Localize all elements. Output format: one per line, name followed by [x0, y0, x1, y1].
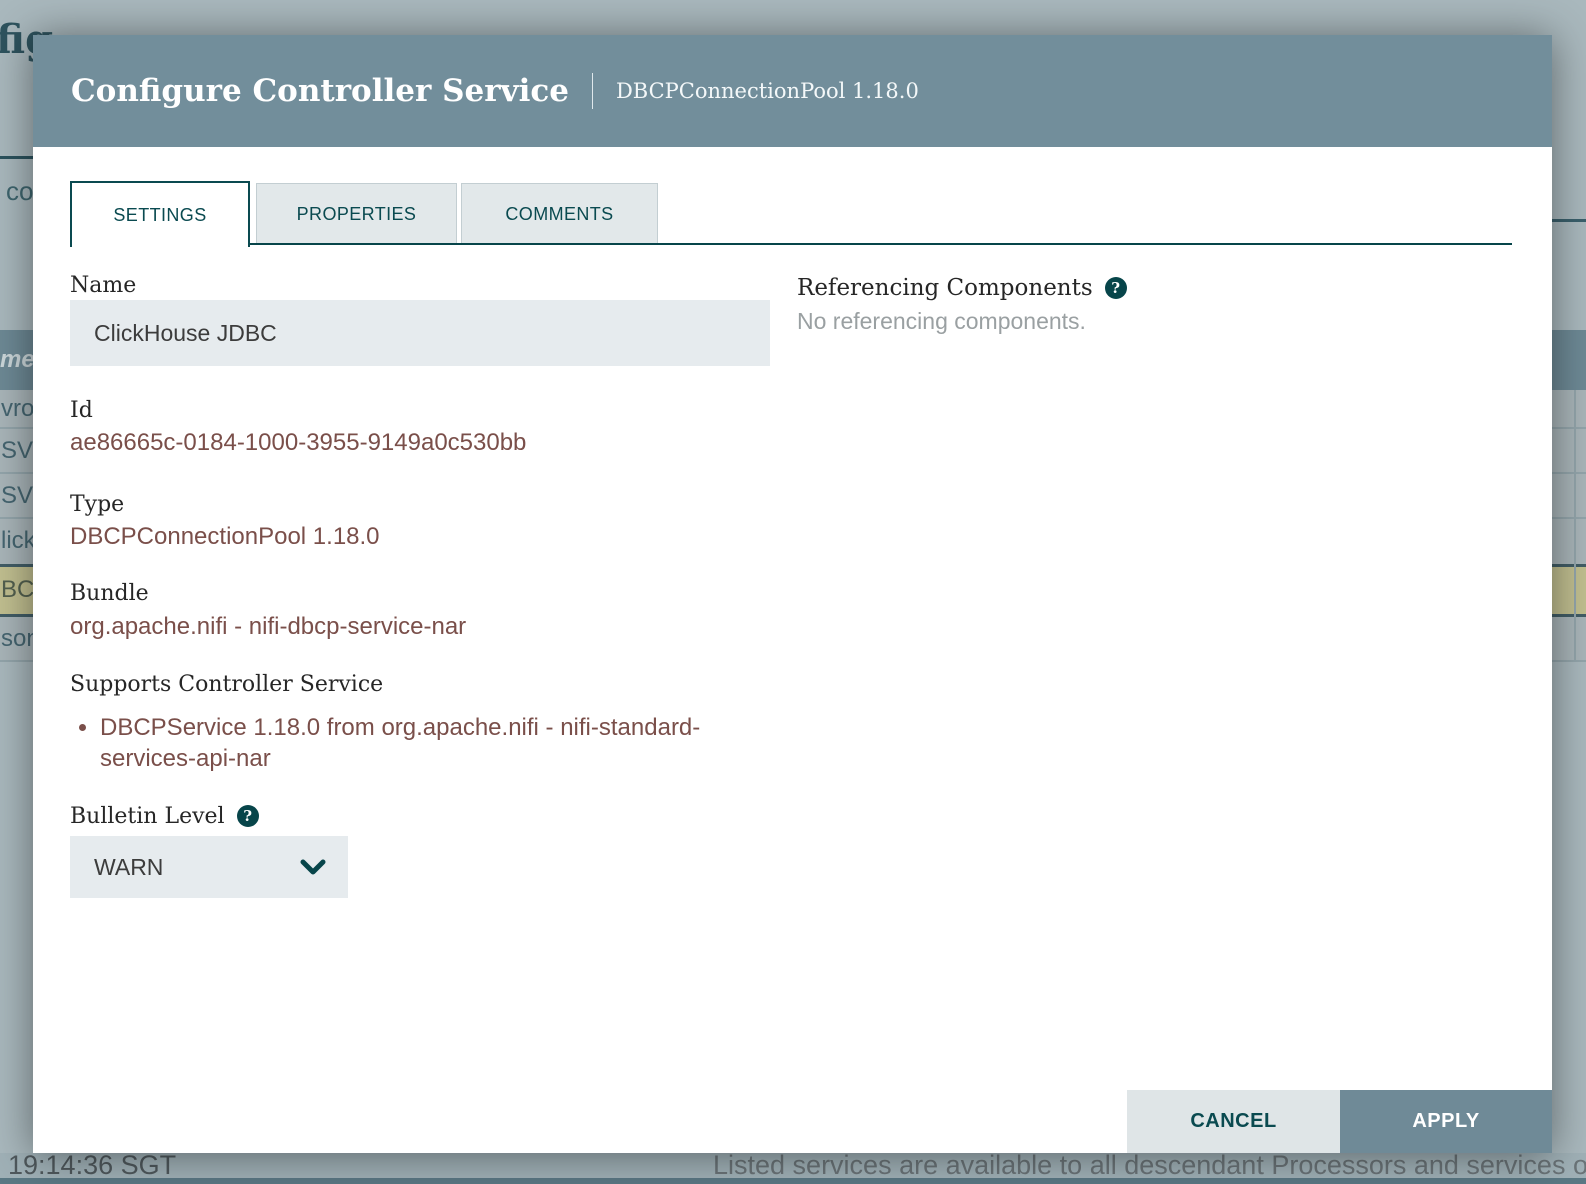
name-input[interactable] — [70, 300, 770, 366]
background-bottom-bar — [0, 1178, 1586, 1184]
clock-text: 19:14:36 SGT — [8, 1150, 176, 1181]
referencing-components-label: Referencing Components? — [797, 275, 1127, 301]
bundle-value: org.apache.nifi - nifi-dbcp-service-nar — [70, 613, 466, 641]
dialog-subtitle: DBCPConnectionPool 1.18.0 — [616, 79, 919, 103]
background-divider-left — [0, 156, 34, 159]
background-divider-right — [1552, 219, 1586, 222]
cancel-button[interactable]: CANCEL — [1127, 1090, 1340, 1153]
type-label: Type — [70, 492, 124, 517]
tab-properties[interactable]: PROPERTIES — [256, 183, 457, 245]
supports-controller-service-list: DBCPService 1.18.0 from org.apache.nifi … — [70, 712, 780, 774]
help-icon[interactable]: ? — [1105, 277, 1127, 299]
apply-button-label: APPLY — [1412, 1110, 1479, 1133]
id-value: ae86665c-0184-1000-3955-9149a0c530bb — [70, 429, 526, 457]
referencing-components-label-text: Referencing Components — [797, 275, 1093, 301]
supports-controller-service-label: Supports Controller Service — [70, 672, 383, 697]
apply-button[interactable]: APPLY — [1340, 1090, 1552, 1153]
background-footer-text: Listed services are available to all des… — [713, 1150, 1586, 1181]
dialog-title: Configure Controller Service — [71, 73, 569, 109]
bulletin-level-label: Bulletin Level? — [70, 804, 259, 829]
tab-settings[interactable]: SETTINGS — [70, 181, 250, 247]
help-icon[interactable]: ? — [237, 805, 259, 827]
supports-service-item: DBCPService 1.18.0 from org.apache.nifi … — [100, 712, 780, 774]
tab-underline — [70, 243, 1512, 245]
bulletin-level-value: WARN — [70, 854, 300, 881]
bulletin-level-label-text: Bulletin Level — [70, 804, 225, 829]
title-divider — [592, 73, 593, 109]
background-column-divider — [1574, 390, 1576, 662]
tab-properties-label: PROPERTIES — [297, 204, 417, 225]
dialog-header: Configure Controller Service DBCPConnect… — [33, 35, 1552, 147]
cancel-button-label: CANCEL — [1190, 1110, 1276, 1133]
tab-settings-label: SETTINGS — [113, 205, 206, 226]
configure-controller-service-dialog: Configure Controller Service DBCPConnect… — [33, 35, 1552, 1153]
bundle-label: Bundle — [70, 581, 149, 606]
background-partial-label: co — [6, 176, 33, 207]
bulletin-level-dropdown[interactable]: WARN — [70, 836, 348, 898]
tab-comments-label: COMMENTS — [505, 204, 613, 225]
id-label: Id — [70, 398, 93, 423]
type-value: DBCPConnectionPool 1.18.0 — [70, 523, 380, 551]
name-input-container — [70, 300, 770, 366]
referencing-components-empty-text: No referencing components. — [797, 308, 1086, 335]
chevron-down-icon — [300, 859, 326, 875]
name-label: Name — [70, 273, 136, 298]
tab-comments[interactable]: COMMENTS — [461, 183, 658, 245]
